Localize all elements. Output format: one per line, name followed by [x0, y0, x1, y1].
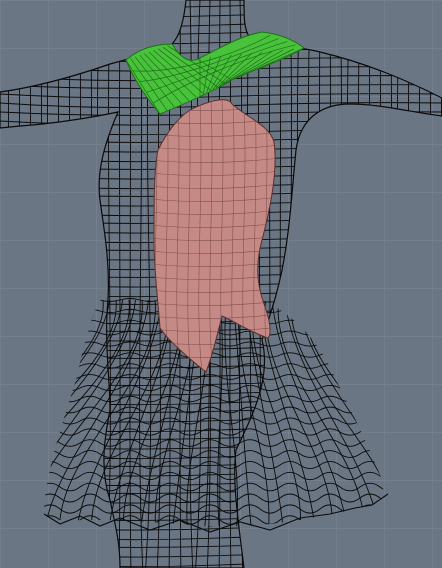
bodice-panel[interactable]	[150, 99, 280, 373]
3d-viewport[interactable]	[0, 0, 442, 568]
viewport-canvas[interactable]	[0, 0, 442, 568]
